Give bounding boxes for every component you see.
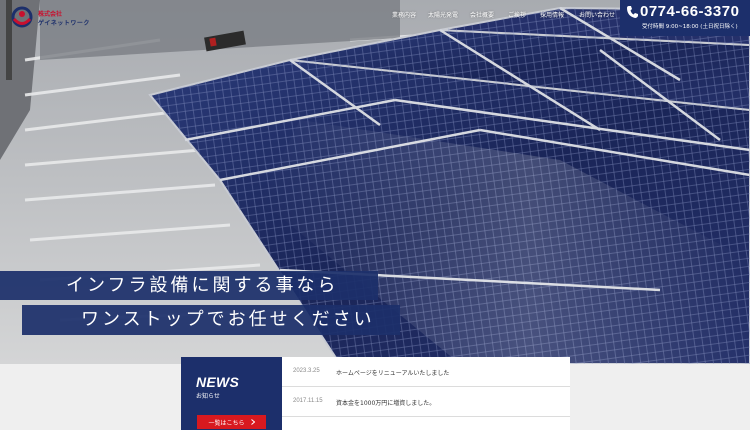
phone-contact-box[interactable]: 0774-66-3370 受付時間 9:00~18:00 (土日祝日除く) <box>620 0 750 36</box>
news-date: 2023.3.25 <box>293 368 320 374</box>
phone-icon <box>627 6 638 18</box>
business-hours: 受付時間 9:00~18:00 (土日祝日除く) <box>642 24 738 30</box>
news-more-label: 一覧はこちら <box>208 419 245 427</box>
news-date: 2017.11.15 <box>293 398 323 404</box>
news-more-button[interactable]: 一覧はこちら <box>197 415 266 429</box>
news-text[interactable]: 資本金を1000万円に増資しました。 <box>336 398 435 407</box>
company-logo[interactable]: 株式会社 ゲイネットワーク <box>10 6 90 28</box>
news-subtitle: お知らせ <box>196 393 220 400</box>
news-text[interactable]: ホームページをリニューアルいたしました <box>336 368 449 377</box>
logo-mark-icon <box>11 6 33 28</box>
phone-number[interactable]: 0774-66-3370 <box>640 3 739 20</box>
news-heading-panel: NEWS お知らせ 一覧はこちら <box>181 357 282 430</box>
global-nav: 業務内容 太陽光発電 会社概要 ご挨拶 採用情報 お問い合わせ <box>392 10 615 19</box>
news-item[interactable]: 2017.11.15 資本金を1000万円に増資しました。 <box>282 387 570 417</box>
catchcopy-band-1: インフラ設備に関する事なら <box>0 271 378 300</box>
chevron-right-icon <box>250 419 255 425</box>
catchcopy-line-1: インフラ設備に関する事なら <box>66 275 339 296</box>
catchcopy-band-2: ワンストップでお任せください <box>22 305 400 335</box>
news-list: 2023.3.25 ホームページをリニューアルいたしました 2017.11.15… <box>282 357 570 417</box>
nav-contact[interactable]: お問い合わせ <box>579 10 615 19</box>
nav-company[interactable]: 会社概要 <box>470 10 508 19</box>
nav-greeting[interactable]: ご挨拶 <box>508 10 540 19</box>
catchcopy-line-2: ワンストップでお任せください <box>81 309 375 330</box>
news-section: NEWS お知らせ 一覧はこちら 2023.3.25 ホームページをリニューアル… <box>181 357 570 430</box>
nav-solar[interactable]: 太陽光発電 <box>428 10 470 19</box>
logo-brand-text: ゲイネットワーク <box>38 20 90 27</box>
logo-company-text: 株式会社 <box>38 11 63 18</box>
nav-business[interactable]: 業務内容 <box>392 10 428 19</box>
nav-recruit[interactable]: 採用情報 <box>540 10 579 19</box>
news-item[interactable]: 2023.3.25 ホームページをリニューアルいたしました <box>282 357 570 387</box>
news-title: NEWS <box>196 374 240 390</box>
